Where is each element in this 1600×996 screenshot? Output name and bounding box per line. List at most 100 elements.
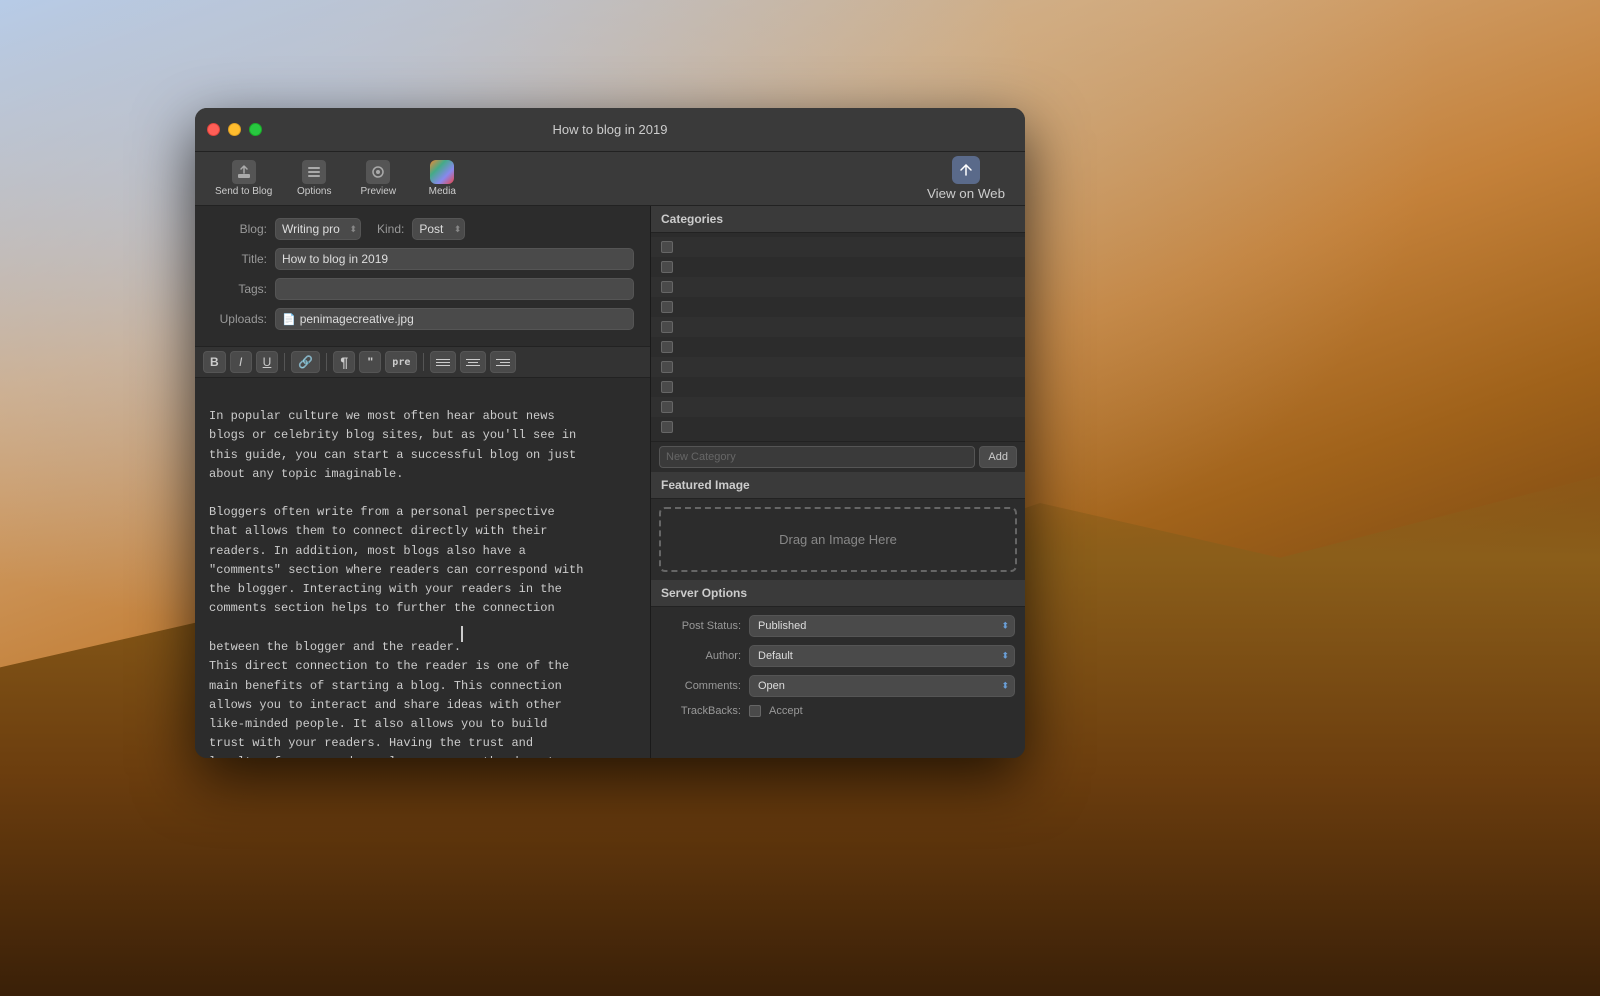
category-checkbox-9[interactable] <box>661 401 673 413</box>
close-button[interactable] <box>207 123 220 136</box>
category-checkbox-2[interactable] <box>661 261 673 273</box>
fullscreen-button[interactable] <box>249 123 262 136</box>
view-on-web-icon <box>952 156 980 184</box>
server-options-header: Server Options <box>651 580 1025 607</box>
list-item <box>651 277 1025 297</box>
tags-row: Tags: <box>211 278 634 300</box>
author-label: Author: <box>661 650 741 662</box>
server-form: Post Status: Published Draft Pending Aut… <box>651 607 1025 733</box>
send-to-blog-button[interactable]: Send to Blog <box>207 156 280 201</box>
content-area: Blog: Writing pro Kind: Post Title: <box>195 206 1025 758</box>
align-left-button[interactable] <box>430 351 456 373</box>
align-center-button[interactable] <box>460 351 486 373</box>
underline-button[interactable]: U <box>256 351 279 373</box>
category-checkbox-4[interactable] <box>661 301 673 313</box>
view-on-web-button[interactable]: View on Web <box>919 152 1013 205</box>
categories-section: Categories <box>651 206 1025 472</box>
author-select-wrapper: Default <box>749 645 1015 667</box>
editor-area[interactable]: In popular culture we most often hear ab… <box>195 378 650 758</box>
list-item <box>651 297 1025 317</box>
right-panel: Categories <box>651 206 1025 758</box>
tags-label: Tags: <box>211 282 267 296</box>
media-label: Media <box>429 186 456 197</box>
editor-content[interactable]: In popular culture we most often hear ab… <box>209 388 636 758</box>
trackbacks-checkbox[interactable] <box>749 705 761 717</box>
category-checkbox-5[interactable] <box>661 321 673 333</box>
blog-label: Blog: <box>211 222 267 236</box>
comments-row: Comments: Open Closed <box>661 675 1015 697</box>
list-item <box>651 257 1025 277</box>
uploads-label: Uploads: <box>211 312 267 326</box>
category-checkbox-10[interactable] <box>661 421 673 433</box>
left-panel: Blog: Writing pro Kind: Post Title: <box>195 206 651 758</box>
category-checkbox-6[interactable] <box>661 341 673 353</box>
list-item <box>651 377 1025 397</box>
view-on-web-label: View on Web <box>927 186 1005 201</box>
media-button[interactable]: Media <box>412 156 472 201</box>
bold-button[interactable]: B <box>203 351 226 373</box>
blog-select[interactable]: Writing pro <box>275 218 361 240</box>
italic-button[interactable]: I <box>230 351 252 373</box>
kind-select[interactable]: Post <box>412 218 465 240</box>
send-to-blog-icon <box>232 160 256 184</box>
uploads-display[interactable]: 📄 penimagecreative.jpg <box>275 308 634 330</box>
uploads-value: penimagecreative.jpg <box>300 312 414 326</box>
quote-button[interactable]: " <box>359 351 381 373</box>
format-toolbar: B I U 🔗 ¶ " pre <box>195 346 650 378</box>
minimize-button[interactable] <box>228 123 241 136</box>
app-window: How to blog in 2019 Send to Blog Options <box>195 108 1025 758</box>
post-status-select[interactable]: Published Draft Pending <box>749 615 1015 637</box>
pre-button[interactable]: pre <box>385 351 417 373</box>
format-separator-1 <box>284 353 285 371</box>
category-checkbox-8[interactable] <box>661 381 673 393</box>
accept-label: Accept <box>769 705 803 717</box>
drag-image-area[interactable]: Drag an Image Here <box>659 507 1017 572</box>
titlebar: How to blog in 2019 <box>195 108 1025 152</box>
comments-label: Comments: <box>661 680 741 692</box>
add-category-button[interactable]: Add <box>979 446 1017 468</box>
categories-header: Categories <box>651 206 1025 233</box>
format-separator-2 <box>326 353 327 371</box>
blog-select-wrapper: Writing pro <box>275 218 361 240</box>
media-icon <box>430 160 454 184</box>
category-checkbox-7[interactable] <box>661 361 673 373</box>
list-item <box>651 337 1025 357</box>
category-checkbox-3[interactable] <box>661 281 673 293</box>
post-status-select-wrapper: Published Draft Pending <box>749 615 1015 637</box>
comments-select-wrapper: Open Closed <box>749 675 1015 697</box>
title-row: Title: <box>211 248 634 270</box>
paragraph-button[interactable]: ¶ <box>333 351 355 373</box>
window-title: How to blog in 2019 <box>553 122 668 137</box>
drag-image-label: Drag an Image Here <box>779 532 897 547</box>
file-icon: 📄 <box>282 313 296 326</box>
preview-button[interactable]: Preview <box>348 156 408 201</box>
form-section: Blog: Writing pro Kind: Post Title: <box>195 206 650 346</box>
cursor <box>461 626 463 642</box>
trackbacks-label: TrackBacks: <box>661 705 741 717</box>
tags-input[interactable] <box>275 278 634 300</box>
post-status-label: Post Status: <box>661 620 741 632</box>
author-select[interactable]: Default <box>749 645 1015 667</box>
preview-icon <box>366 160 390 184</box>
uploads-row: Uploads: 📄 penimagecreative.jpg <box>211 308 634 330</box>
options-button[interactable]: Options <box>284 156 344 201</box>
server-options-section: Server Options Post Status: Published Dr… <box>651 580 1025 758</box>
toolbar: Send to Blog Options Preview <box>195 152 1025 206</box>
list-item <box>651 397 1025 417</box>
traffic-lights <box>207 123 262 136</box>
list-item <box>651 317 1025 337</box>
kind-select-wrapper: Post <box>412 218 465 240</box>
new-category-input[interactable] <box>659 446 975 468</box>
title-input[interactable] <box>275 248 634 270</box>
link-button[interactable]: 🔗 <box>291 351 320 373</box>
list-item <box>651 417 1025 437</box>
category-checkbox-1[interactable] <box>661 241 673 253</box>
comments-select[interactable]: Open Closed <box>749 675 1015 697</box>
editor-paragraph-2: This direct connection to the reader is … <box>209 659 583 758</box>
author-row: Author: Default <box>661 645 1015 667</box>
align-right-button[interactable] <box>490 351 516 373</box>
title-label: Title: <box>211 252 267 266</box>
options-label: Options <box>297 186 331 197</box>
editor-paragraph-1: In popular culture we most often hear ab… <box>209 409 583 654</box>
new-category-row: Add <box>651 441 1025 472</box>
